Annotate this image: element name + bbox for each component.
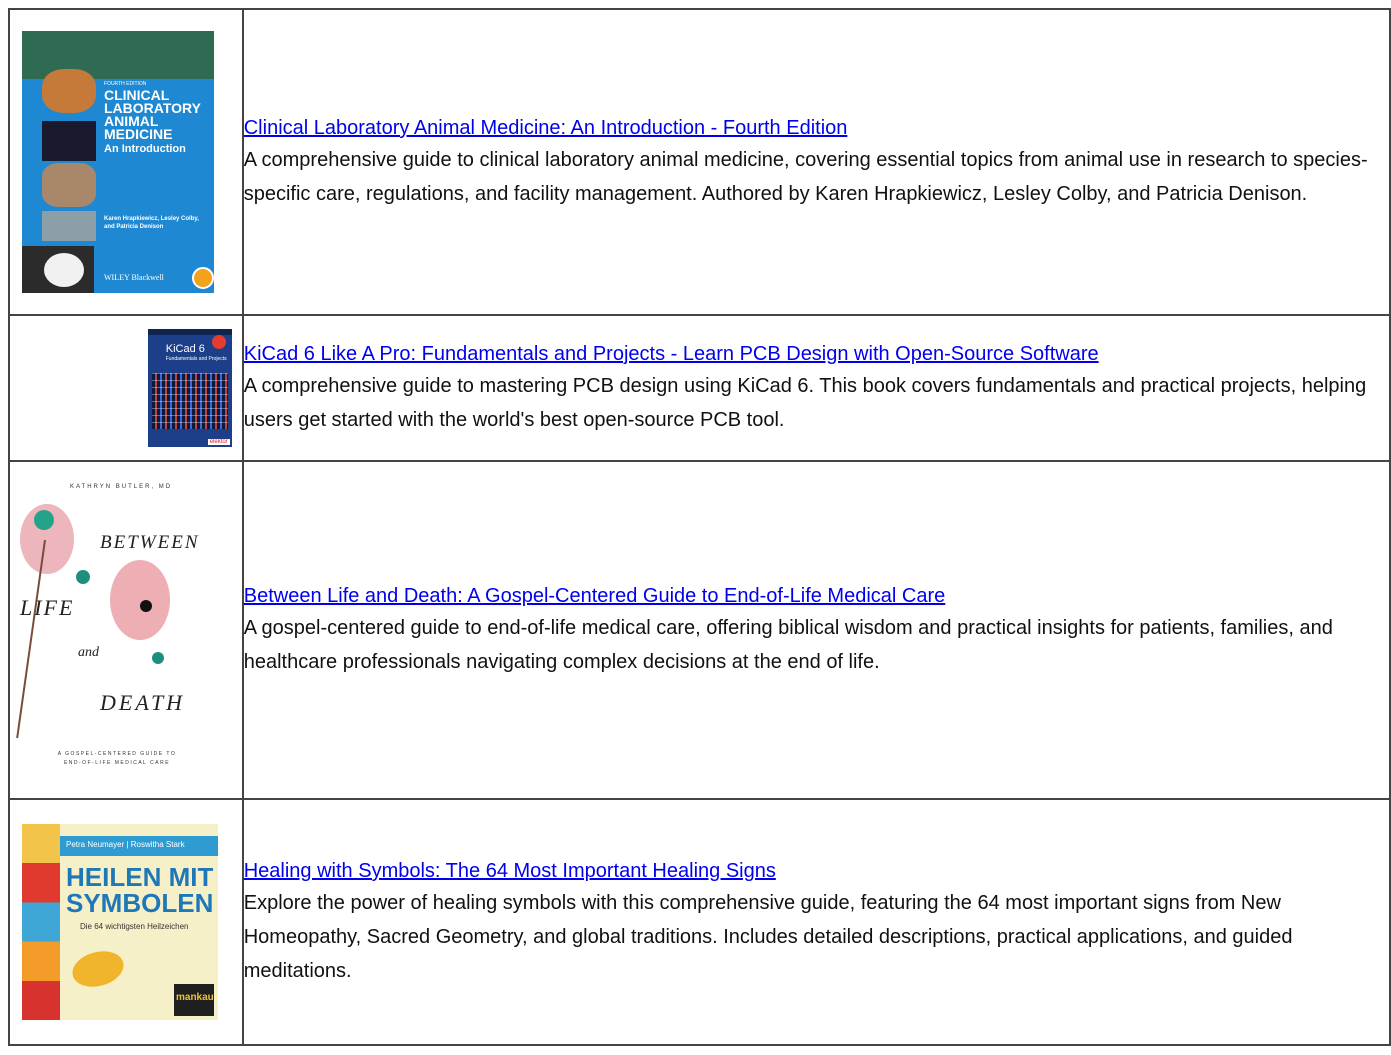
cover-title: HEILEN MIT SYMBOLEN bbox=[66, 862, 214, 918]
cover-cell: FOURTH EDITION CLINICAL LABORATORY ANIMA… bbox=[8, 8, 244, 316]
book-description: A comprehensive guide to mastering PCB d… bbox=[243, 375, 1367, 431]
cover-publisher: WILEY Blackwell bbox=[104, 273, 164, 282]
cover-cell: KiCad 6 Fundamentals and Projects elekto… bbox=[8, 314, 244, 462]
cover-title: CLINICAL LABORATORY ANIMAL MEDICINE An I… bbox=[104, 87, 201, 155]
book-description: A gospel-centered guide to end-of-life m… bbox=[243, 617, 1333, 673]
cover-word-and: and bbox=[78, 645, 99, 660]
cover-authors: Petra Neumayer | Roswitha Stark bbox=[66, 840, 185, 849]
book-title-link[interactable]: KiCad 6 Like A Pro: Fundamentals and Pro… bbox=[244, 339, 1099, 369]
table-row: KATHRYN BUTLER, MD BETWEEN LIFE and DEAT… bbox=[8, 460, 1391, 800]
cover-cell: KATHRYN BUTLER, MD BETWEEN LIFE and DEAT… bbox=[8, 460, 244, 800]
cover-cell: Petra Neumayer | Roswitha Stark HEILEN M… bbox=[8, 798, 244, 1046]
info-cell: Between Life and Death: A Gospel-Centere… bbox=[241, 460, 1391, 800]
info-cell: Clinical Laboratory Animal Medicine: An … bbox=[241, 8, 1391, 316]
cover-title: KiCad 6 bbox=[165, 343, 205, 355]
cover-word-between: BETWEEN bbox=[100, 532, 200, 553]
book-description: A comprehensive guide to clinical labora… bbox=[243, 149, 1368, 205]
table-row: FOURTH EDITION CLINICAL LABORATORY ANIMA… bbox=[8, 8, 1391, 316]
book-cover-image[interactable]: KATHRYN BUTLER, MD BETWEEN LIFE and DEAT… bbox=[10, 480, 224, 780]
info-cell: KiCad 6 Like A Pro: Fundamentals and Pro… bbox=[241, 314, 1391, 462]
book-table: FOURTH EDITION CLINICAL LABORATORY ANIMA… bbox=[8, 8, 1391, 1046]
table-row: Petra Neumayer | Roswitha Stark HEILEN M… bbox=[8, 798, 1391, 1046]
table-row: KiCad 6 Fundamentals and Projects elekto… bbox=[8, 314, 1391, 462]
book-cover-image[interactable]: Petra Neumayer | Roswitha Stark HEILEN M… bbox=[22, 824, 218, 1020]
cover-word-life: LIFE bbox=[20, 595, 75, 620]
book-title-link[interactable]: Healing with Symbols: The 64 Most Import… bbox=[244, 856, 776, 886]
cover-author: KATHRYN BUTLER, MD bbox=[70, 484, 173, 490]
book-title-link[interactable]: Clinical Laboratory Animal Medicine: An … bbox=[244, 113, 848, 143]
book-cover-image[interactable]: FOURTH EDITION CLINICAL LABORATORY ANIMA… bbox=[22, 31, 214, 293]
book-description: Explore the power of healing symbols wit… bbox=[243, 892, 1293, 982]
cover-tagline: A GOSPEL-CENTERED GUIDE TO END-OF-LIFE M… bbox=[57, 751, 177, 766]
cover-subtitle: Die 64 wichtigsten Heilzeichen bbox=[80, 922, 189, 931]
cover-word-death: DEATH bbox=[100, 690, 186, 715]
cover-authors: Karen Hrapkiewicz, Lesley Colby, and Pat… bbox=[104, 216, 199, 230]
cover-subtitle: Fundamentals and Projects bbox=[165, 356, 227, 362]
book-title-link[interactable]: Between Life and Death: A Gospel-Centere… bbox=[244, 581, 946, 611]
cover-publisher: elektor bbox=[207, 439, 230, 445]
info-cell: Healing with Symbols: The 64 Most Import… bbox=[241, 798, 1391, 1046]
book-cover-image[interactable]: KiCad 6 Fundamentals and Projects elekto… bbox=[147, 329, 232, 447]
cover-publisher: mankau bbox=[176, 992, 214, 1003]
